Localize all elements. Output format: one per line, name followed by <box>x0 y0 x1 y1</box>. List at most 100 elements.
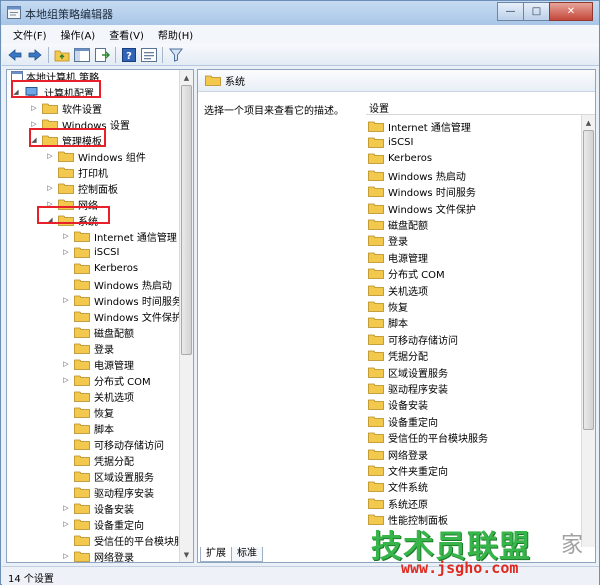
list-item[interactable]: 设备安装 <box>366 397 428 413</box>
tree-item-system-child[interactable]: 脚本 <box>61 420 114 436</box>
list-item[interactable]: 设备重定向 <box>366 413 438 429</box>
expand-arrow-icon[interactable]: ▷ <box>29 120 39 128</box>
tree-item-printers[interactable]: 打印机 <box>55 164 108 180</box>
expand-arrow-icon[interactable]: ▷ <box>61 360 71 368</box>
folder-icon <box>74 343 90 354</box>
tree-item-system-child[interactable]: 区域设置服务 <box>61 468 154 484</box>
tree-item-system-child[interactable]: ▷ 设备安装 <box>61 500 134 516</box>
forward-icon[interactable] <box>27 47 43 63</box>
filter-icon[interactable] <box>168 47 184 63</box>
properties-icon[interactable] <box>141 47 157 63</box>
minimize-button[interactable]: — <box>497 2 524 21</box>
scroll-up-arrow-icon[interactable]: ▲ <box>180 70 193 85</box>
tree-item-system-child[interactable]: 关机选项 <box>61 388 134 404</box>
up-folder-icon[interactable] <box>54 47 70 63</box>
list-item[interactable]: 磁盘配额 <box>366 216 428 232</box>
expand-arrow-icon[interactable]: ▷ <box>45 152 55 160</box>
tree-item-system-child[interactable]: Windows 文件保护 <box>61 308 182 324</box>
list-item[interactable]: Windows 时间服务 <box>366 184 476 200</box>
tree-scrollbar[interactable]: ▲ ▼ <box>179 70 193 562</box>
tree-item-system-child[interactable]: ▷ 分布式 COM <box>61 372 151 388</box>
tree-item-system-child[interactable]: ▷ 网络登录 <box>61 548 134 562</box>
tree-item-windows-components[interactable]: ▷ Windows 组件 <box>45 148 146 164</box>
tree-item-system-child[interactable]: 磁盘配额 <box>61 324 134 340</box>
list-item[interactable]: Kerberos <box>366 151 432 167</box>
tree-item-system-child[interactable]: 登录 <box>61 340 114 356</box>
expand-arrow-icon[interactable]: ▷ <box>45 184 55 192</box>
maximize-button[interactable]: □ <box>523 2 550 21</box>
list-item[interactable]: 网络登录 <box>366 446 428 462</box>
expand-arrow-icon[interactable]: ▷ <box>61 232 71 240</box>
folder-icon <box>368 219 384 230</box>
expand-arrow-icon[interactable]: ▷ <box>61 248 71 256</box>
tree-item-system-child[interactable]: ▷ Internet 通信管理 <box>61 228 177 244</box>
list-item[interactable]: iSCSI <box>366 134 413 150</box>
scroll-thumb[interactable] <box>181 85 192 355</box>
tree-item-label: 凭据分配 <box>94 456 134 468</box>
column-header-setting[interactable]: 设置 <box>366 97 595 115</box>
menu-help[interactable]: 帮助(H) <box>151 27 200 42</box>
list-item[interactable]: 分布式 COM <box>366 266 445 282</box>
list-item[interactable]: Windows 热启动 <box>366 167 466 183</box>
tree-item-system-child[interactable]: ▷ iSCSI <box>61 244 119 260</box>
expand-arrow-icon[interactable]: ▷ <box>61 376 71 384</box>
list-item-label: Windows 文件保护 <box>388 204 476 216</box>
list-item[interactable]: Windows 文件保护 <box>366 200 476 216</box>
close-button[interactable]: ✕ <box>549 2 593 21</box>
tree-item-system-child[interactable]: 可移动存储访问 <box>61 436 164 452</box>
tree-item-software-settings[interactable]: ▷ 软件设置 <box>29 100 102 116</box>
export-list-icon[interactable] <box>94 47 110 63</box>
title-bar[interactable]: 本地组策略编辑器 — □ ✕ <box>1 1 599 25</box>
expand-arrow-icon[interactable]: ▷ <box>61 552 71 560</box>
list-item[interactable]: 驱动程序安装 <box>366 380 448 396</box>
show-hide-tree-icon[interactable] <box>74 47 90 63</box>
tree-item-system-child[interactable]: Kerberos <box>61 260 138 276</box>
tree-item-system-child[interactable]: ▷ Windows 时间服务 <box>61 292 182 308</box>
menu-action[interactable]: 操作(A) <box>54 27 103 42</box>
list-item[interactable]: 系统还原 <box>366 495 428 511</box>
expand-arrow-icon[interactable]: ▷ <box>61 504 71 512</box>
expand-arrow-icon[interactable]: ▷ <box>61 296 71 304</box>
help-icon[interactable]: ? <box>121 47 137 63</box>
scroll-thumb[interactable] <box>583 130 594 430</box>
list-item[interactable]: 关机选项 <box>366 282 428 298</box>
list-item[interactable]: 文件夹重定向 <box>366 462 448 478</box>
tree-item-system-child[interactable]: Windows 热启动 <box>61 276 172 292</box>
list-item[interactable]: 区域设置服务 <box>366 364 448 380</box>
tree-item-system-child[interactable]: 凭据分配 <box>61 452 134 468</box>
back-icon[interactable] <box>7 47 23 63</box>
tree-item-system-child[interactable]: 驱动程序安装 <box>61 484 154 500</box>
folder-icon <box>368 235 384 247</box>
folder-icon <box>74 231 90 242</box>
tree-item-control-panel[interactable]: ▷ 控制面板 <box>45 180 118 196</box>
menu-view[interactable]: 查看(V) <box>102 27 151 42</box>
scroll-down-arrow-icon[interactable]: ▼ <box>180 547 193 562</box>
list-item[interactable]: 凭据分配 <box>366 348 428 364</box>
list-item[interactable]: Internet 通信管理 <box>366 118 471 134</box>
tree-item-system-child[interactable]: 恢复 <box>61 404 114 420</box>
list-item[interactable]: 可移动存储访问 <box>366 331 458 347</box>
menu-file[interactable]: 文件(F) <box>6 27 54 42</box>
tree-item-label: iSCSI <box>94 246 120 258</box>
list-item[interactable]: 登录 <box>366 233 408 249</box>
tab-standard[interactable]: 标准 <box>231 547 263 562</box>
list-item[interactable]: 电源管理 <box>366 249 428 265</box>
folder-icon <box>74 535 90 546</box>
scroll-up-arrow-icon[interactable]: ▲ <box>582 115 595 130</box>
settings-list[interactable]: 设置 Internet 通信管理 iSCSI Kerberos Windows 热启动… <box>366 97 595 547</box>
folder-icon <box>368 170 384 181</box>
tree-item-system-child[interactable]: ▷ 设备重定向 <box>61 516 144 532</box>
list-item[interactable]: 脚本 <box>366 315 408 331</box>
expand-arrow-icon[interactable]: ▷ <box>29 104 39 112</box>
tree-item-system-child[interactable]: 受信任的平台模块服务 <box>61 532 193 548</box>
folder-icon <box>74 423 90 434</box>
list-item[interactable]: 恢复 <box>366 298 408 314</box>
list-scrollbar[interactable]: ▲ <box>581 115 595 547</box>
list-item[interactable]: 受信任的平台模块服务 <box>366 430 488 446</box>
tab-extended[interactable]: 扩展 <box>200 547 232 562</box>
list-item[interactable]: 文件系统 <box>366 479 428 495</box>
tree-item-system-child[interactable]: ▷ 电源管理 <box>61 356 134 372</box>
watermark-url: www.jsgho.com <box>401 559 519 577</box>
expand-arrow-icon[interactable]: ▷ <box>61 520 71 528</box>
folder-icon <box>368 449 384 460</box>
